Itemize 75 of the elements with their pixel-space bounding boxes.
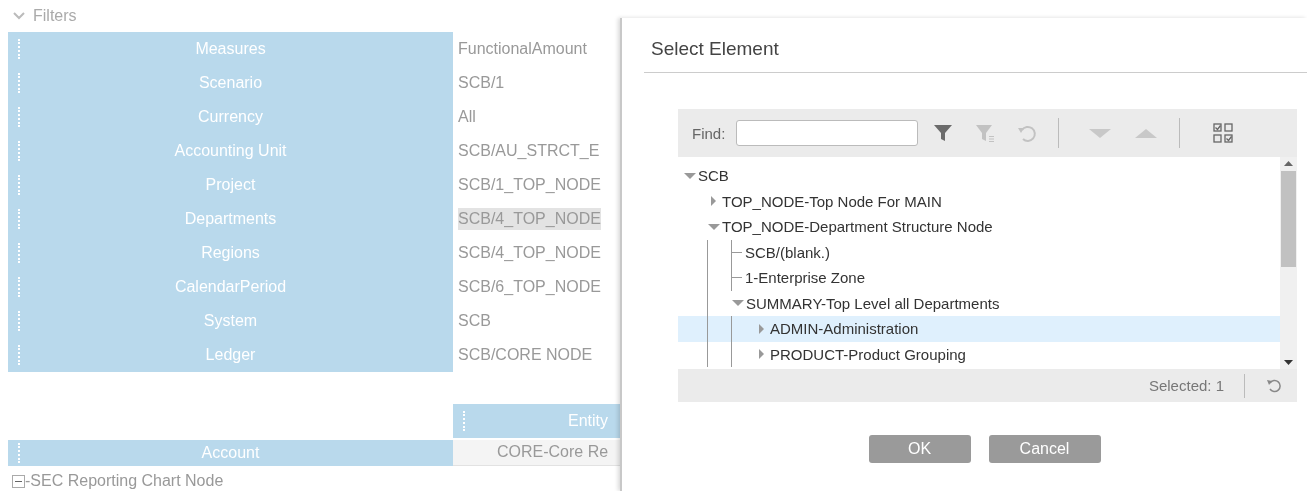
tree-label: SCB/(blank.) [745,243,831,261]
column-header[interactable]: Entity [453,404,620,438]
tree-label: PRODUCT-Product Grouping [770,345,966,363]
filter-name: Departments [183,210,278,228]
table-cell: CORE-Core Re [453,440,620,466]
filter-name: CalendarPeriod [173,278,288,296]
find-field[interactable] [736,120,919,146]
filter-name: Scenario [197,74,264,92]
row-header[interactable]: Account [8,440,453,466]
find-label: Find: [692,124,726,142]
drag-handle-icon[interactable] [18,311,20,331]
expanded-arrow-icon[interactable] [731,298,746,309]
filter-name: Ledger [204,346,257,364]
filter-value[interactable]: FunctionalAmount [458,38,587,60]
selected-count: Selected: 1 [1148,377,1224,394]
filter-value[interactable]: SCB/AU_STRCT_E [458,140,600,162]
filter-value[interactable]: SCB/1_TOP_NODE [458,174,601,196]
tree-row[interactable]: TOP_NODE-Top Node For MAIN [678,188,1280,214]
filter-value[interactable]: SCB/CORE NODE [458,344,593,366]
scrollbar[interactable] [1280,157,1297,369]
tree-row[interactable]: 1-Enterprise Zone [678,265,1280,291]
filter-label[interactable]: System [8,304,453,338]
ok-button[interactable]: OK [868,435,971,463]
filter-value[interactable]: SCB/1 [458,72,505,94]
filter-value[interactable]: All [458,106,476,128]
filter-label[interactable]: Scenario [8,66,453,100]
tree-row[interactable]: PRODUCT-Product Grouping [678,341,1280,367]
filter-label[interactable]: Departments [8,202,453,236]
expanded-arrow-icon[interactable] [683,170,698,181]
tree-label: 1-Enterprise Zone [745,269,866,287]
tree-row[interactable]: SCB [678,163,1280,189]
drag-handle-icon[interactable] [18,277,20,297]
drag-handle-icon[interactable] [18,73,20,93]
drag-handle-icon[interactable] [18,141,20,161]
drag-handle-icon[interactable] [18,107,20,127]
drag-handle-icon[interactable] [18,209,20,229]
tree-row[interactable]: ADMIN-Administration [678,316,1280,342]
clear-filter-icon[interactable] [974,122,997,144]
expanded-arrow-icon[interactable] [707,221,722,232]
filter-name: Currency [197,108,264,126]
tree-label: TOP_NODE-Department Structure Node [722,218,993,236]
filter-name: Regions [200,244,261,262]
tree-label: SCB [698,167,729,185]
filter-label[interactable]: Measures [8,32,453,66]
filter-name: Measures [194,40,267,58]
tree-label: SUMMARY-Top Level all Departments [746,294,1000,312]
filter-icon[interactable] [932,122,955,144]
filter-name: Project [204,176,257,194]
filter-value[interactable]: SCB/4_TOP_NODE [458,208,601,230]
tree-row[interactable]: SCB/(blank.) [678,239,1280,265]
filter-label[interactable]: Currency [8,100,453,134]
filter-value[interactable]: SCB/4_TOP_NODE [458,242,601,264]
node-label: -SEC Reporting Chart Node [25,472,224,490]
dialog-title: Select Element [650,37,780,61]
select-all-icon[interactable] [1212,122,1235,144]
filter-name: Accounting Unit [173,142,288,160]
filter-label[interactable]: Accounting Unit [8,134,453,168]
filter-label[interactable]: Project [8,168,453,202]
drag-handle-icon[interactable] [18,243,20,263]
drag-handle-icon[interactable] [18,39,20,59]
filter-value[interactable]: SCB [458,310,491,332]
collapse-icon[interactable] [12,474,25,488]
cancel-button[interactable]: Cancel [988,435,1101,463]
drag-handle-icon[interactable] [18,345,20,365]
tree-label: TOP_NODE-Top Node For MAIN [722,192,942,210]
filter-label[interactable]: Ledger [8,338,453,372]
section-title: Filters [33,7,77,25]
filter-label[interactable]: CalendarPeriod [8,270,453,304]
filter-value[interactable]: SCB/6_TOP_NODE [458,276,601,298]
filter-name: System [202,312,259,330]
drag-handle-icon[interactable] [18,175,20,195]
chevron-down-icon[interactable] [13,11,25,21]
filter-label[interactable]: Regions [8,236,453,270]
tree-row[interactable]: TOP_NODE-Department Structure Node [678,214,1280,240]
tree-label: ADMIN-Administration [770,320,919,338]
